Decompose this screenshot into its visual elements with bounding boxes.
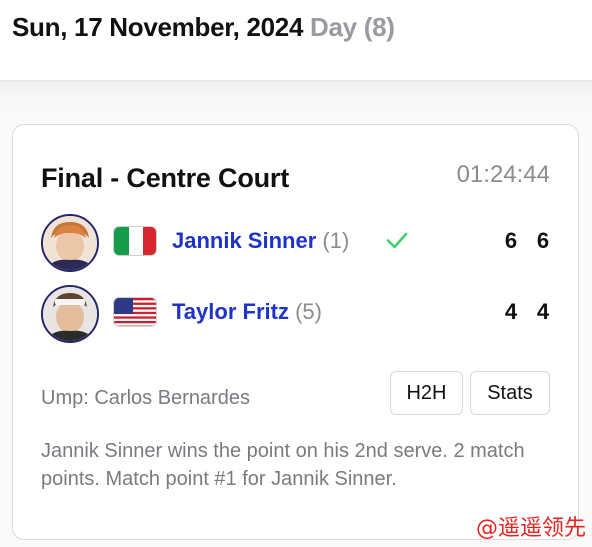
player-seed: (5) xyxy=(295,299,322,324)
player-name[interactable]: Jannik Sinner xyxy=(172,228,316,253)
player-row-2: Taylor Fritz (5) 4 4 xyxy=(41,285,550,343)
check-icon xyxy=(386,232,408,249)
player-name-link[interactable]: Taylor Fritz (5) xyxy=(172,299,322,325)
umpire-label: Ump: Carlos Bernardes xyxy=(41,387,250,409)
set-score: 4 xyxy=(504,299,518,324)
set-score: 4 xyxy=(536,299,550,324)
day-label: Day (8) xyxy=(310,12,395,42)
stats-button[interactable]: Stats xyxy=(470,371,550,415)
player-avatar[interactable] xyxy=(41,214,99,272)
date-header: Sun, 17 November, 2024 Day (8) xyxy=(12,12,395,43)
point-commentary: Jannik Sinner wins the point on his 2nd … xyxy=(41,440,525,490)
player-scores: 4 4 xyxy=(504,299,550,325)
set-score: 6 xyxy=(504,228,518,253)
watermark: @遥遥领先 xyxy=(475,516,586,541)
player-scores: 6 6 xyxy=(504,228,550,254)
player-row-1: Jannik Sinner (1) 6 6 xyxy=(41,214,550,272)
player-name[interactable]: Taylor Fritz xyxy=(172,299,289,324)
usa-flag-icon xyxy=(113,297,157,327)
player-seed: (1) xyxy=(322,228,350,253)
match-duration: 01:24:44 xyxy=(456,161,550,188)
match-title: Final - Centre Court xyxy=(41,163,290,193)
h2h-button[interactable]: H2H xyxy=(390,371,463,415)
italy-flag-icon xyxy=(113,226,157,256)
match-card[interactable]: Final - Centre Court 01:24:44 Jannik Sin… xyxy=(12,124,579,540)
set-score: 6 xyxy=(536,228,550,253)
date-text: Sun, 17 November, 2024 xyxy=(12,12,304,42)
player-avatar[interactable] xyxy=(41,285,99,343)
player-name-link[interactable]: Jannik Sinner (1) xyxy=(172,228,349,254)
